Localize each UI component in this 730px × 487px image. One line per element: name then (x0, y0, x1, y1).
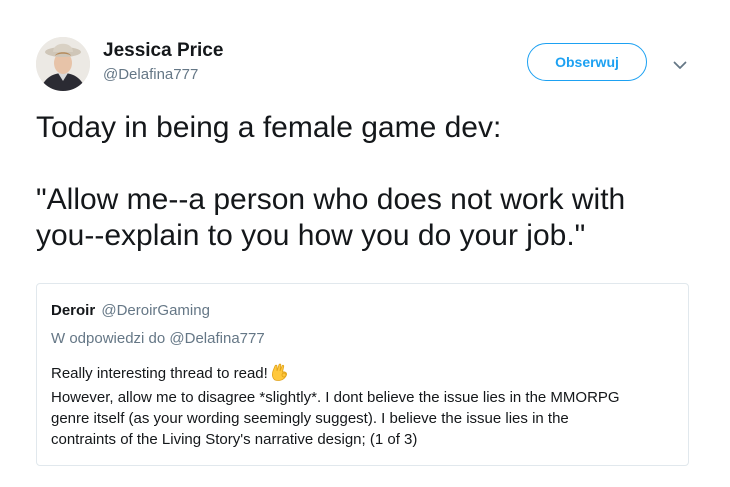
ok-hand-icon (271, 363, 288, 387)
quoted-body-line-3: genre itself (as your wording seemingly … (51, 410, 569, 427)
follow-button[interactable]: Obserwuj (527, 43, 647, 81)
quoted-body-line-1: Really interesting thread to read! (51, 363, 676, 387)
reply-context: W odpowiedzi do @Delafina777 (51, 330, 265, 347)
quoted-body-line-4: contraints of the Living Story's narrati… (51, 431, 418, 448)
quoted-body-line-1-text: Really interesting thread to read! (51, 365, 268, 382)
author-handle[interactable]: @Delafina777 (103, 66, 198, 83)
avatar-image (36, 37, 90, 91)
avatar[interactable] (36, 37, 90, 91)
quoted-tweet-body: Really interesting thread to read! Howev… (51, 363, 676, 450)
quoted-author-handle: @DeroirGaming (101, 302, 210, 319)
quoted-tweet[interactable]: Deroir @DeroirGaming W odpowiedzi do @De… (36, 283, 689, 466)
quoted-author: Deroir @DeroirGaming (51, 302, 210, 319)
quoted-body-line-2: However, allow me to disagree *slightly*… (51, 389, 620, 406)
tweet-line-2: "Allow me--a person who does not work wi… (36, 183, 626, 252)
chevron-down-icon[interactable] (670, 55, 690, 75)
quoted-author-name: Deroir (51, 302, 96, 319)
tweet-line-1: Today in being a female game dev: (36, 111, 502, 144)
author-name[interactable]: Jessica Price (103, 40, 223, 62)
tweet-text: Today in being a female game dev: "Allow… (36, 110, 706, 254)
